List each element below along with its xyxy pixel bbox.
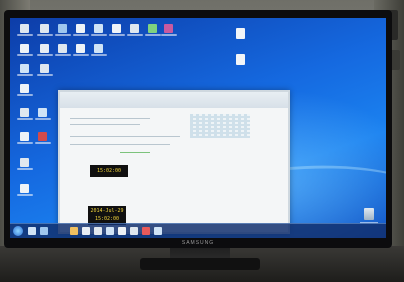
app-icon[interactable] — [145, 24, 161, 36]
monitor-brand-logo: SAMSUNG — [181, 240, 215, 246]
app-icon[interactable] — [91, 44, 107, 56]
app-icon[interactable] — [17, 184, 33, 196]
app-icon[interactable] — [55, 44, 71, 56]
taskbar-app-icon[interactable] — [142, 227, 150, 235]
taskbar-app-icon[interactable] — [130, 227, 138, 235]
app-icon[interactable] — [17, 158, 33, 170]
window-titlebar[interactable] — [60, 92, 288, 108]
text-line — [70, 124, 140, 125]
taskbar-app-icon[interactable] — [82, 227, 90, 235]
taskbar-app-icon[interactable] — [94, 227, 102, 235]
app-icon[interactable] — [17, 24, 33, 36]
app-icon[interactable] — [17, 132, 33, 144]
app-icon[interactable] — [109, 24, 125, 36]
app-icon[interactable] — [37, 24, 53, 36]
taskbar-app-icon[interactable] — [40, 227, 48, 235]
text-line — [70, 144, 170, 145]
taskbar-app-icon[interactable] — [118, 227, 126, 235]
app-icon[interactable] — [17, 84, 33, 96]
app-icon[interactable] — [35, 132, 51, 144]
app-window: 15:02:00 2014-Jul-29 15:02:00 — [58, 90, 290, 234]
digital-clock-small: 15:02:00 — [90, 165, 128, 177]
app-icon[interactable] — [37, 64, 53, 76]
app-icon[interactable] — [37, 44, 53, 56]
app-icon[interactable] — [73, 24, 89, 36]
clock-date: 2014-Jul-29 — [90, 208, 124, 214]
recycle-bin-icon[interactable] — [364, 208, 374, 220]
text-line — [70, 118, 150, 119]
app-icon[interactable] — [55, 24, 71, 36]
app-icon[interactable] — [73, 44, 89, 56]
taskbar-app-icon[interactable] — [28, 227, 36, 235]
taskbar-app-icon[interactable] — [106, 227, 114, 235]
app-icon[interactable] — [91, 24, 107, 36]
taskbar — [10, 223, 386, 238]
desktop-screen[interactable]: 15:02:00 2014-Jul-29 15:02:00 — [10, 18, 386, 238]
clock-time: 15:02:00 — [94, 216, 120, 222]
monitor: 15:02:00 2014-Jul-29 15:02:00 SAMSUNG — [4, 10, 392, 248]
app-icon[interactable] — [17, 64, 33, 76]
document-icon[interactable] — [236, 54, 245, 65]
text-line — [70, 136, 180, 137]
app-icon[interactable] — [127, 24, 143, 36]
app-icon[interactable] — [35, 108, 51, 120]
taskbar-app-icon[interactable] — [70, 227, 78, 235]
taskbar-app-icon[interactable] — [154, 227, 162, 235]
document-icon[interactable] — [236, 28, 245, 39]
start-button[interactable] — [13, 226, 23, 236]
app-icon[interactable] — [17, 108, 33, 120]
data-grid[interactable] — [190, 114, 250, 138]
app-icon[interactable] — [17, 44, 33, 56]
status-line — [120, 152, 150, 153]
monitor-stand-base — [140, 258, 260, 270]
app-icon[interactable] — [161, 24, 177, 36]
